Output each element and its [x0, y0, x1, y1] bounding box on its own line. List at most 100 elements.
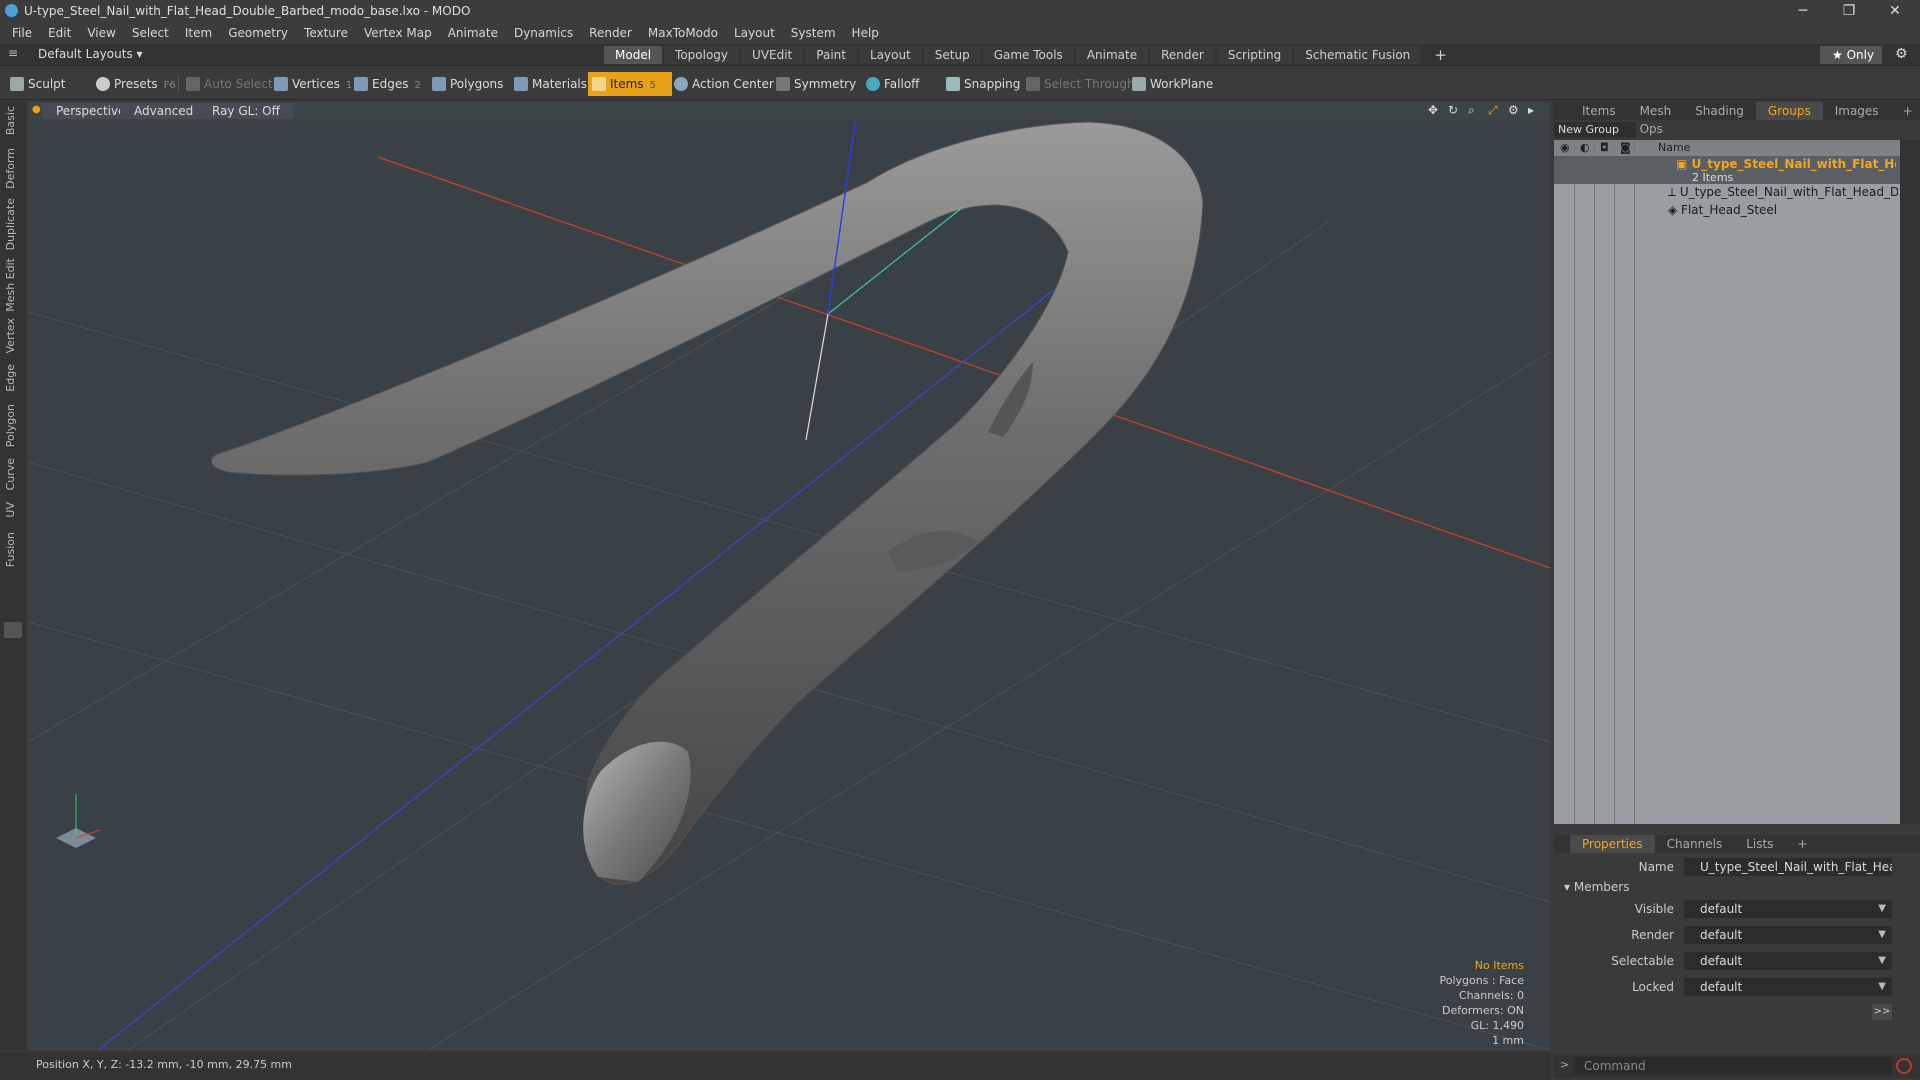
pan-icon[interactable]: ✥ — [1428, 103, 1438, 117]
default-layouts-dropdown[interactable]: Default Layouts ▾ — [38, 47, 143, 61]
tab-images[interactable]: Images — [1823, 102, 1891, 120]
locked-dropdown[interactable]: default ▼ — [1684, 978, 1892, 996]
command-input[interactable]: Command — [1574, 1057, 1892, 1075]
only-button[interactable]: ★ Only — [1820, 46, 1882, 64]
name-field[interactable]: U_type_Steel_Nail_with_Flat_Head_Doul — [1684, 858, 1892, 876]
tab-mesh-ops[interactable]: Mesh Ops — [1628, 102, 1684, 136]
edges-button[interactable]: Edges 2 — [350, 72, 426, 96]
render-dropdown[interactable]: default ▼ — [1684, 926, 1892, 944]
tab-game-tools[interactable]: Game Tools — [982, 46, 1074, 64]
zoom-icon[interactable]: ⌕ — [1468, 103, 1475, 118]
tab-items[interactable]: Items — [1570, 102, 1628, 120]
vtab-edge[interactable]: Edge — [4, 364, 17, 392]
restore-button[interactable]: ❐ — [1826, 0, 1872, 22]
menu-layout[interactable]: Layout — [728, 26, 785, 40]
viewport-gear-icon[interactable]: ⚙ — [1508, 103, 1519, 117]
menu-view[interactable]: View — [81, 26, 125, 40]
menu-edit[interactable]: Edit — [42, 26, 81, 40]
menu-system[interactable]: System — [785, 26, 846, 40]
panel-toggle-button[interactable] — [4, 622, 22, 638]
right-scroll-strip[interactable] — [1900, 140, 1920, 824]
tab-setup[interactable]: Setup — [923, 46, 981, 64]
gear-icon[interactable]: ⚙ — [1895, 46, 1908, 62]
sculpt-button[interactable]: Sculpt — [6, 72, 90, 96]
new-group-button[interactable]: New Group — [1554, 122, 1636, 138]
menu-select[interactable]: Select — [126, 26, 179, 40]
menu-geometry[interactable]: Geometry — [222, 26, 298, 40]
menu-file[interactable]: File — [6, 26, 42, 40]
items-button[interactable]: Items 5 — [588, 72, 672, 96]
select-through-button[interactable]: Select Through — [1022, 72, 1135, 96]
3d-viewport[interactable]: ● Perspective Advanced Ray GL: Off ✥ ↻ ⌕… — [28, 102, 1550, 1050]
group-member-row[interactable]: ◈ Flat_Head_Steel — [1554, 202, 1900, 218]
vtab-basic[interactable]: Basic — [4, 106, 17, 135]
group-member-row[interactable]: ⟂ U_type_Steel_Nail_with_Flat_Head_Do ..… — [1554, 184, 1900, 200]
render-label: Render — [1631, 928, 1674, 942]
minimize-button[interactable]: ─ — [1780, 0, 1826, 22]
rotate-icon[interactable]: ↻ — [1448, 103, 1458, 117]
viewport-expand-icon[interactable]: ▸ — [1528, 103, 1534, 117]
render-column-icon[interactable]: ◐ — [1580, 140, 1590, 156]
tab-paint[interactable]: Paint — [805, 46, 857, 64]
vtab-fusion[interactable]: Fusion — [4, 532, 17, 567]
eye-column-icon[interactable]: ◉ — [1560, 140, 1570, 156]
group-row[interactable]: ▣ U_type_Steel_Nail_with_Flat_Head ... 2… — [1554, 156, 1900, 184]
tab-animate[interactable]: Animate — [1075, 46, 1149, 64]
workplane-button[interactable]: WorkPlane — [1128, 72, 1213, 96]
add-tab-button[interactable]: + — [1423, 46, 1458, 64]
tab-layout[interactable]: Layout — [858, 46, 922, 64]
vtab-vertex[interactable]: Vertex — [4, 318, 17, 353]
raygl-toggle[interactable]: Ray GL: Off — [198, 103, 294, 119]
menu-animate[interactable]: Animate — [442, 26, 508, 40]
tab-render[interactable]: Render — [1150, 46, 1215, 64]
menu-render[interactable]: Render — [583, 26, 642, 40]
tab-groups[interactable]: Groups — [1755, 102, 1823, 120]
vtab-polygon[interactable]: Polygon — [4, 404, 17, 447]
viewport-menu-icon[interactable]: ● — [32, 104, 41, 115]
select-column-icon[interactable]: ◙ — [1620, 140, 1631, 156]
tab-uvedit[interactable]: UVEdit — [741, 46, 804, 64]
more-button[interactable]: >> — [1872, 1004, 1892, 1020]
menu-maxtomodo[interactable]: MaxToModo — [642, 26, 728, 40]
vtab-curve[interactable]: Curve — [4, 458, 17, 490]
menu-item[interactable]: Item — [179, 26, 222, 40]
tab-shading[interactable]: Shading — [1683, 102, 1756, 120]
auto-select-button[interactable]: Auto Select — [182, 72, 273, 96]
tab-scripting[interactable]: Scripting — [1216, 46, 1293, 64]
vtab-uv[interactable]: UV — [4, 502, 17, 518]
tab-lists[interactable]: Lists — [1734, 835, 1785, 853]
vtab-duplicate[interactable]: Duplicate — [4, 198, 17, 250]
vtab-deform[interactable]: Deform — [4, 148, 17, 189]
command-bar: > Command — [1554, 1054, 1920, 1078]
snapping-button[interactable]: Snapping — [942, 72, 1020, 96]
vertices-button[interactable]: Vertices 1 — [270, 72, 352, 96]
lock-column-icon[interactable]: ◘ — [1600, 140, 1609, 156]
presets-button[interactable]: Presets F6 — [92, 72, 176, 96]
record-icon[interactable] — [1896, 1058, 1912, 1074]
tab-topology[interactable]: Topology — [664, 46, 740, 64]
action-center-button[interactable]: Action Center — [670, 72, 774, 96]
polygons-button[interactable]: Polygons — [428, 72, 504, 96]
dropdown-arrow-icon: ▼ — [1878, 929, 1886, 940]
menu-texture[interactable]: Texture — [298, 26, 358, 40]
tab-channels[interactable]: Channels — [1655, 835, 1735, 853]
menu-help[interactable]: Help — [846, 26, 889, 40]
close-button[interactable]: ✕ — [1872, 0, 1918, 22]
visible-dropdown[interactable]: default ▼ — [1684, 900, 1892, 918]
falloff-button[interactable]: Falloff — [862, 72, 932, 96]
shading-advanced-dropdown[interactable]: Advanced — [120, 103, 208, 119]
menu-vertex-map[interactable]: Vertex Map — [358, 26, 442, 40]
symmetry-button[interactable]: Symmetry — [772, 72, 856, 96]
tab-schematic-fusion[interactable]: Schematic Fusion — [1294, 46, 1422, 64]
members-section[interactable]: ▾ Members — [1564, 880, 1629, 894]
tab-properties[interactable]: Properties — [1570, 835, 1655, 853]
selectable-dropdown[interactable]: default ▼ — [1684, 952, 1892, 970]
add-properties-tab-button[interactable]: + — [1785, 835, 1819, 853]
tab-model[interactable]: Model — [604, 46, 663, 64]
vtab-mesh-edit[interactable]: Mesh Edit — [4, 258, 17, 312]
menu-dynamics[interactable]: Dynamics — [508, 26, 583, 40]
maximize-icon[interactable]: ⤢ — [1488, 103, 1498, 118]
layout-toggle-icon[interactable]: ≡ — [8, 46, 18, 60]
add-panel-tab-button[interactable]: + — [1891, 102, 1920, 120]
materials-button[interactable]: Materials — [510, 72, 587, 96]
